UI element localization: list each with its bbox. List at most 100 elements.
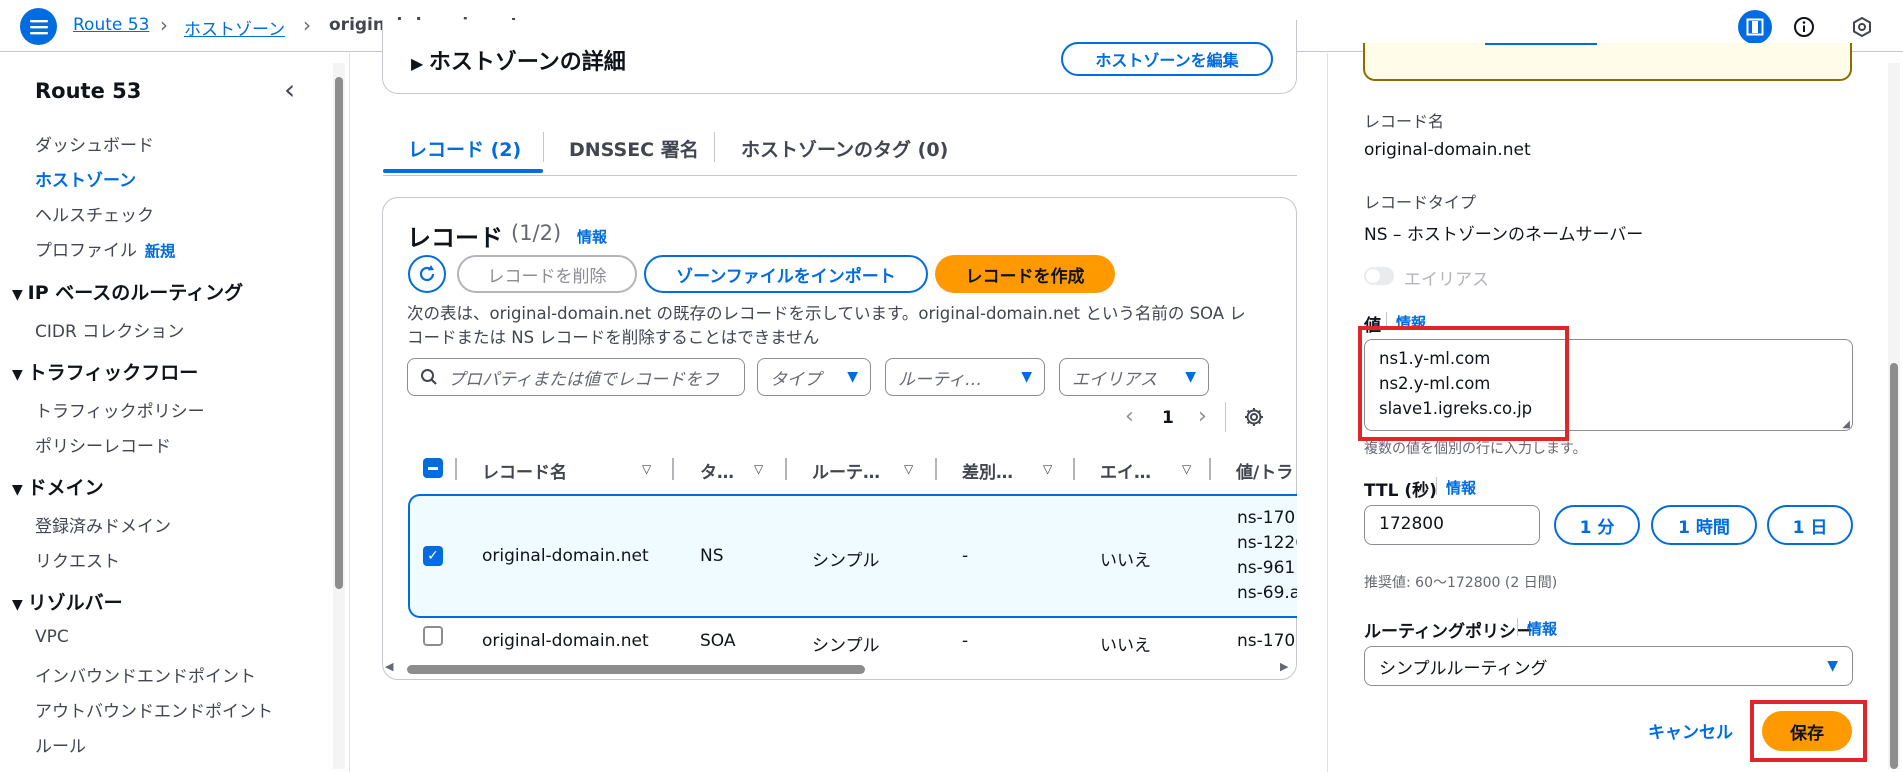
sidebar-item-health-checks[interactable]: ヘルスチェック	[35, 201, 154, 226]
breadcrumb-route53[interactable]: Route 53	[73, 15, 149, 35]
select-all-checkbox[interactable]	[423, 458, 443, 478]
breadcrumb-hosted-zones[interactable]: ホストゾーン	[184, 15, 285, 40]
section-ip-routing[interactable]: ▼ IP ベースのルーティング	[12, 278, 243, 305]
sort-caret-icon[interactable]: ▽	[904, 462, 913, 476]
expand-triangle-icon: ▼	[12, 367, 28, 383]
scrollbar-thumb[interactable]	[335, 77, 343, 589]
record-name-cell: original-domain.net	[482, 631, 649, 651]
scroll-left-icon[interactable]: ◀	[385, 660, 393, 673]
collapse-sidebar-icon[interactable]: ‹	[284, 73, 295, 106]
column-header-value[interactable]: 値/トラ	[1236, 458, 1297, 483]
column-header-routing[interactable]: ルーテ…	[812, 458, 880, 483]
edit-record-panel: レコード名 original-domain.net レコードタイプ NS – ホ…	[1327, 43, 1903, 772]
menu-button[interactable]	[20, 8, 57, 45]
ttl-1-minute-button[interactable]: 1 分	[1554, 505, 1640, 545]
routing-policy-select[interactable]: シンプルルーティング ▼	[1364, 646, 1853, 686]
routing-policy-info-link[interactable]: 情報	[1527, 618, 1557, 639]
zone-details-title: ホストゾーンの詳細	[428, 50, 626, 75]
hexagon-settings-icon	[1853, 16, 1871, 38]
tab-divider	[714, 132, 715, 162]
tab-dnssec-signing[interactable]: DNSSEC 署名	[569, 135, 699, 162]
column-header-alias[interactable]: エイ…	[1100, 458, 1151, 483]
section-traffic-flow[interactable]: ▼ トラフィックフロー	[12, 358, 198, 385]
resize-grip-icon[interactable]: ◢	[1842, 419, 1850, 430]
records-info-link[interactable]: 情報	[577, 226, 607, 247]
record-name-label: レコード名	[1364, 112, 1445, 131]
gear-icon	[1245, 408, 1263, 426]
info-icon	[1794, 17, 1814, 37]
sort-caret-icon[interactable]: ▽	[642, 462, 651, 476]
next-page-icon[interactable]: ›	[1198, 404, 1207, 429]
column-divider	[935, 458, 937, 480]
zone-details-header[interactable]: ▶ ホストゾーンの詳細	[411, 44, 626, 76]
row-checkbox[interactable]: ✓	[423, 546, 443, 566]
hamburger-icon	[29, 19, 48, 34]
routing-filter-select[interactable]: ルーティ… ▼	[885, 358, 1045, 396]
alias-label: エイリアス	[1404, 270, 1489, 290]
page-number[interactable]: 1	[1162, 408, 1174, 428]
record-type-cell: NS	[700, 546, 724, 566]
sidebar-item-requests[interactable]: リクエスト	[35, 547, 120, 572]
refresh-button[interactable]	[408, 255, 446, 293]
section-title: リゾルバー	[27, 592, 123, 614]
sidebar-item-policy-records[interactable]: ポリシーレコード	[35, 432, 171, 457]
ttl-1-day-button[interactable]: 1 日	[1767, 505, 1853, 545]
section-domains[interactable]: ▼ ドメイン	[12, 473, 104, 500]
sidebar-item-rules[interactable]: ルール	[35, 732, 86, 757]
record-name-value: original-domain.net	[1364, 140, 1531, 160]
scroll-right-icon[interactable]: ▶	[1280, 660, 1288, 673]
type-filter-select[interactable]: タイプ ▼	[757, 358, 871, 396]
chevron-right-icon: ›	[160, 13, 168, 37]
panel-scrollbar[interactable]	[1888, 63, 1900, 769]
sidebar-title: Route 53	[35, 79, 142, 103]
sidebar-item-traffic-policies[interactable]: トラフィックポリシー	[35, 397, 205, 422]
scrollbar-thumb[interactable]	[407, 665, 865, 674]
settings-panel-toggle[interactable]	[1845, 10, 1879, 44]
column-header-type[interactable]: タ…	[700, 458, 734, 483]
column-header-differentiator[interactable]: 差別…	[962, 458, 1013, 483]
sidebar-item-cidr-collections[interactable]: CIDR コレクション	[35, 317, 184, 342]
info-panel-toggle[interactable]	[1787, 10, 1821, 44]
records-count: (1/2)	[511, 221, 562, 245]
record-value-line: ns-1701	[1237, 508, 1297, 528]
sidebar-item-hosted-zones[interactable]: ホストゾーン	[35, 166, 136, 191]
previous-page-icon[interactable]: ‹	[1125, 404, 1134, 429]
split-panel-toggle[interactable]	[1738, 10, 1772, 44]
scrollbar-thumb[interactable]	[1890, 363, 1898, 769]
record-value-cell: ns-1701 ns-1226 ns-961. ns-69.a	[1237, 506, 1297, 606]
cancel-button[interactable]: キャンセル	[1648, 718, 1733, 743]
sidebar-item-inbound-endpoints[interactable]: インバウンドエンドポイント	[35, 662, 256, 687]
sidebar-item-outbound-endpoints[interactable]: アウトバウンドエンドポイント	[35, 697, 273, 722]
sidebar-item-vpcs[interactable]: VPC	[35, 627, 69, 647]
section-resolver[interactable]: ▼ リゾルバー	[12, 588, 123, 615]
edit-hosted-zone-button[interactable]: ホストゾーンを編集	[1061, 42, 1273, 76]
sidebar-scrollbar[interactable]	[333, 63, 345, 769]
tab-hosted-zone-tags[interactable]: ホストゾーンのタグ (0)	[741, 135, 948, 162]
ttl-input[interactable]: 172800	[1364, 505, 1540, 545]
search-icon	[421, 369, 437, 385]
sort-caret-icon[interactable]: ▽	[754, 462, 763, 476]
label-divider	[1517, 618, 1518, 636]
sidebar-item-registered-domains[interactable]: 登録済みドメイン	[35, 512, 171, 537]
column-header-record-name[interactable]: レコード名	[482, 458, 567, 483]
sort-caret-icon[interactable]: ▽	[1043, 462, 1052, 476]
alias-toggle[interactable]	[1364, 267, 1394, 285]
ttl-info-link[interactable]: 情報	[1446, 477, 1476, 498]
expand-triangle-icon: ▼	[12, 287, 28, 303]
ttl-1-hour-button[interactable]: 1 時間	[1651, 505, 1757, 545]
table-preferences-button[interactable]	[1243, 406, 1265, 432]
import-zone-file-button[interactable]: ゾーンファイルをインポート	[644, 255, 928, 293]
records-title: レコード	[407, 224, 503, 252]
table-horizontal-scrollbar[interactable]: ◀ ▶	[385, 660, 1293, 676]
alias-filter-select[interactable]: エイリアス ▼	[1059, 358, 1209, 396]
record-type-label: レコードタイプ	[1364, 193, 1477, 212]
section-title: トラフィックフロー	[27, 362, 199, 384]
row-checkbox[interactable]	[423, 626, 443, 646]
records-search-input[interactable]: プロパティまたは値でレコードをフ	[407, 358, 745, 396]
sidebar-item-profiles[interactable]: プロファイル 新規	[35, 236, 175, 261]
create-record-button[interactable]: レコードを作成	[935, 255, 1115, 293]
delete-record-button[interactable]: レコードを削除	[457, 255, 637, 293]
tab-records[interactable]: レコード (2)	[408, 135, 521, 162]
sidebar-item-dashboard[interactable]: ダッシュボード	[35, 131, 154, 156]
sort-caret-icon[interactable]: ▽	[1182, 462, 1191, 476]
